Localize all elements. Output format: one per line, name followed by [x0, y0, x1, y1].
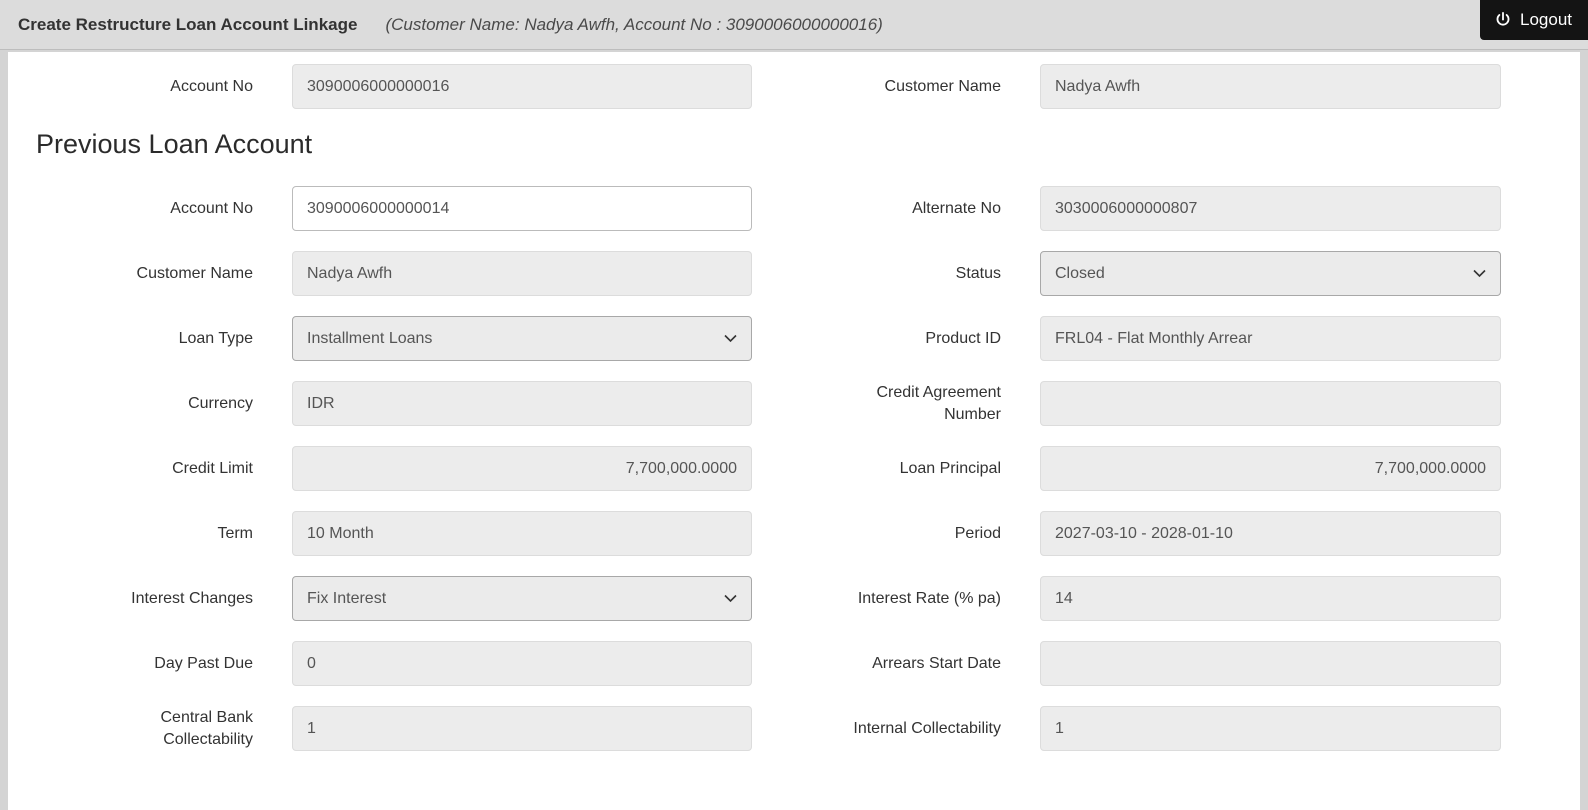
page-subtitle: (Customer Name: Nadya Awfh, Account No :… — [385, 14, 883, 34]
summary-account-no-field — [292, 64, 752, 109]
currency-label: Currency — [188, 394, 253, 412]
previous-loan-section-title: Previous Loan Account — [36, 129, 313, 159]
chevron-down-icon — [1473, 269, 1486, 278]
chevron-down-icon — [724, 594, 737, 603]
credit-limit-field — [292, 446, 752, 491]
loan-type-select[interactable]: Installment Loans — [292, 316, 752, 361]
form-row: Customer Name Status Closed — [8, 251, 1580, 296]
arrears-start-date-label: Arrears Start Date — [872, 654, 1001, 672]
interest-changes-select-value: Fix Interest — [307, 589, 387, 607]
customer-name-label: Customer Name — [136, 264, 253, 282]
form-row: Term Period — [8, 511, 1580, 556]
alternate-no-label: Alternate No — [912, 199, 1001, 217]
currency-field — [292, 381, 752, 426]
product-id-field — [1040, 316, 1501, 361]
loan-type-label: Loan Type — [178, 329, 253, 347]
day-past-due-label: Day Past Due — [154, 654, 253, 672]
arrears-start-date-field — [1040, 641, 1501, 686]
internal-collectability-label: Internal Collectability — [853, 719, 1001, 737]
page-title: Create Restructure Loan Account Linkage — [18, 14, 358, 34]
central-bank-collectability-label: Central Bank Collectability — [160, 708, 254, 748]
loan-principal-field — [1040, 446, 1501, 491]
form-row: Account No Alternate No — [8, 186, 1580, 231]
summary-row: Account No Customer Name — [8, 64, 1580, 109]
form-row: Credit Limit Loan Principal — [8, 446, 1580, 491]
status-select[interactable]: Closed — [1040, 251, 1501, 296]
interest-changes-label: Interest Changes — [131, 589, 253, 607]
credit-limit-label: Credit Limit — [172, 459, 253, 477]
form-row: Loan Type Installment Loans Product ID — [8, 316, 1580, 361]
status-select-value: Closed — [1055, 264, 1105, 282]
account-no-input[interactable] — [292, 186, 752, 231]
account-no-label: Account No — [170, 199, 253, 217]
main-panel: Account No Customer Name Previous Loan A… — [8, 52, 1580, 810]
central-bank-collectability-field — [292, 706, 752, 751]
form-row: Interest Changes Fix Interest Interest R… — [8, 576, 1580, 621]
loan-principal-label: Loan Principal — [899, 459, 1001, 477]
loan-type-select-value: Installment Loans — [307, 329, 433, 347]
interest-rate-field — [1040, 576, 1501, 621]
period-field — [1040, 511, 1501, 556]
summary-customer-name-label: Customer Name — [884, 77, 1001, 95]
summary-account-no-label: Account No — [170, 77, 253, 95]
internal-collectability-field — [1040, 706, 1501, 751]
credit-agreement-number-label: Credit Agreement Number — [876, 383, 1001, 423]
summary-customer-name-field — [1040, 64, 1501, 109]
credit-agreement-number-field — [1040, 381, 1501, 426]
interest-rate-label: Interest Rate (% pa) — [857, 589, 1001, 607]
top-bar: Create Restructure Loan Account Linkage … — [0, 0, 1588, 50]
logout-button[interactable]: Logout — [1480, 0, 1588, 40]
interest-changes-select[interactable]: Fix Interest — [292, 576, 752, 621]
term-label: Term — [217, 524, 253, 542]
product-id-label: Product ID — [925, 329, 1001, 347]
form-row: Currency Credit Agreement Number — [8, 381, 1580, 426]
customer-name-field — [292, 251, 752, 296]
period-label: Period — [954, 524, 1001, 542]
term-field — [292, 511, 752, 556]
day-past-due-field — [292, 641, 752, 686]
status-label: Status — [955, 264, 1001, 282]
logout-label: Logout — [1520, 10, 1572, 29]
form-row: Day Past Due Arrears Start Date — [8, 641, 1580, 686]
form-row: Central Bank Collectability Internal Col… — [8, 706, 1580, 751]
power-icon — [1494, 11, 1512, 29]
alternate-no-field — [1040, 186, 1501, 231]
chevron-down-icon — [724, 334, 737, 343]
